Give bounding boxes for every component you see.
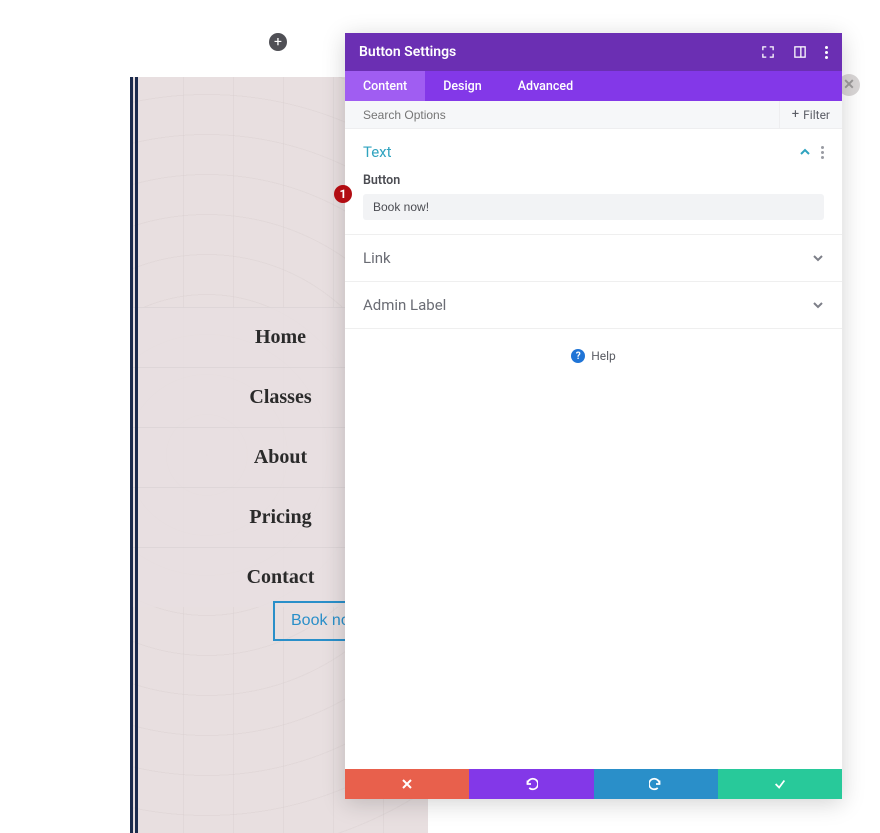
expand-icon[interactable] [761, 45, 775, 59]
section-link-title: Link [363, 249, 391, 267]
tab-advanced[interactable]: Advanced [500, 71, 591, 101]
button-settings-panel: Button Settings Content Design Advanced … [345, 33, 842, 799]
tab-content[interactable]: Content [345, 71, 425, 101]
chevron-up-icon [799, 146, 811, 158]
help-row: ? Help [345, 329, 842, 383]
chevron-down-icon [812, 252, 824, 264]
section-text-title: Text [363, 143, 392, 161]
section-menu-icon[interactable] [821, 146, 824, 159]
save-button[interactable] [718, 769, 842, 799]
undo-button[interactable] [469, 769, 593, 799]
section-text: Text Button 1 [345, 129, 842, 235]
plus-icon: + [792, 107, 799, 122]
panel-layout-icon[interactable] [793, 45, 807, 59]
cancel-button[interactable] [345, 769, 469, 799]
annotation-badge-1: 1 [334, 185, 352, 203]
search-row: + Filter [345, 101, 842, 129]
section-link-header[interactable]: Link [363, 249, 824, 267]
panel-title: Button Settings [359, 44, 456, 60]
section-admin-header[interactable]: Admin Label [363, 296, 824, 314]
help-icon: ? [571, 349, 585, 363]
panel-footer [345, 769, 842, 799]
redo-button[interactable] [594, 769, 718, 799]
panel-menu-icon[interactable] [825, 46, 828, 59]
button-text-input[interactable] [363, 194, 824, 220]
section-text-header[interactable]: Text [363, 143, 824, 161]
section-admin-label: Admin Label [345, 282, 842, 329]
tab-design[interactable]: Design [425, 71, 500, 101]
help-link[interactable]: Help [591, 349, 616, 363]
chevron-down-icon [812, 299, 824, 311]
add-section-button[interactable]: + [269, 33, 287, 51]
search-input[interactable] [363, 108, 779, 122]
filter-label: Filter [803, 108, 830, 122]
button-field-label: Button [363, 173, 824, 188]
panel-header: Button Settings [345, 33, 842, 71]
settings-tabs: Content Design Advanced [345, 71, 842, 101]
section-link: Link [345, 235, 842, 282]
filter-button[interactable]: + Filter [779, 101, 842, 128]
section-admin-title: Admin Label [363, 296, 446, 314]
